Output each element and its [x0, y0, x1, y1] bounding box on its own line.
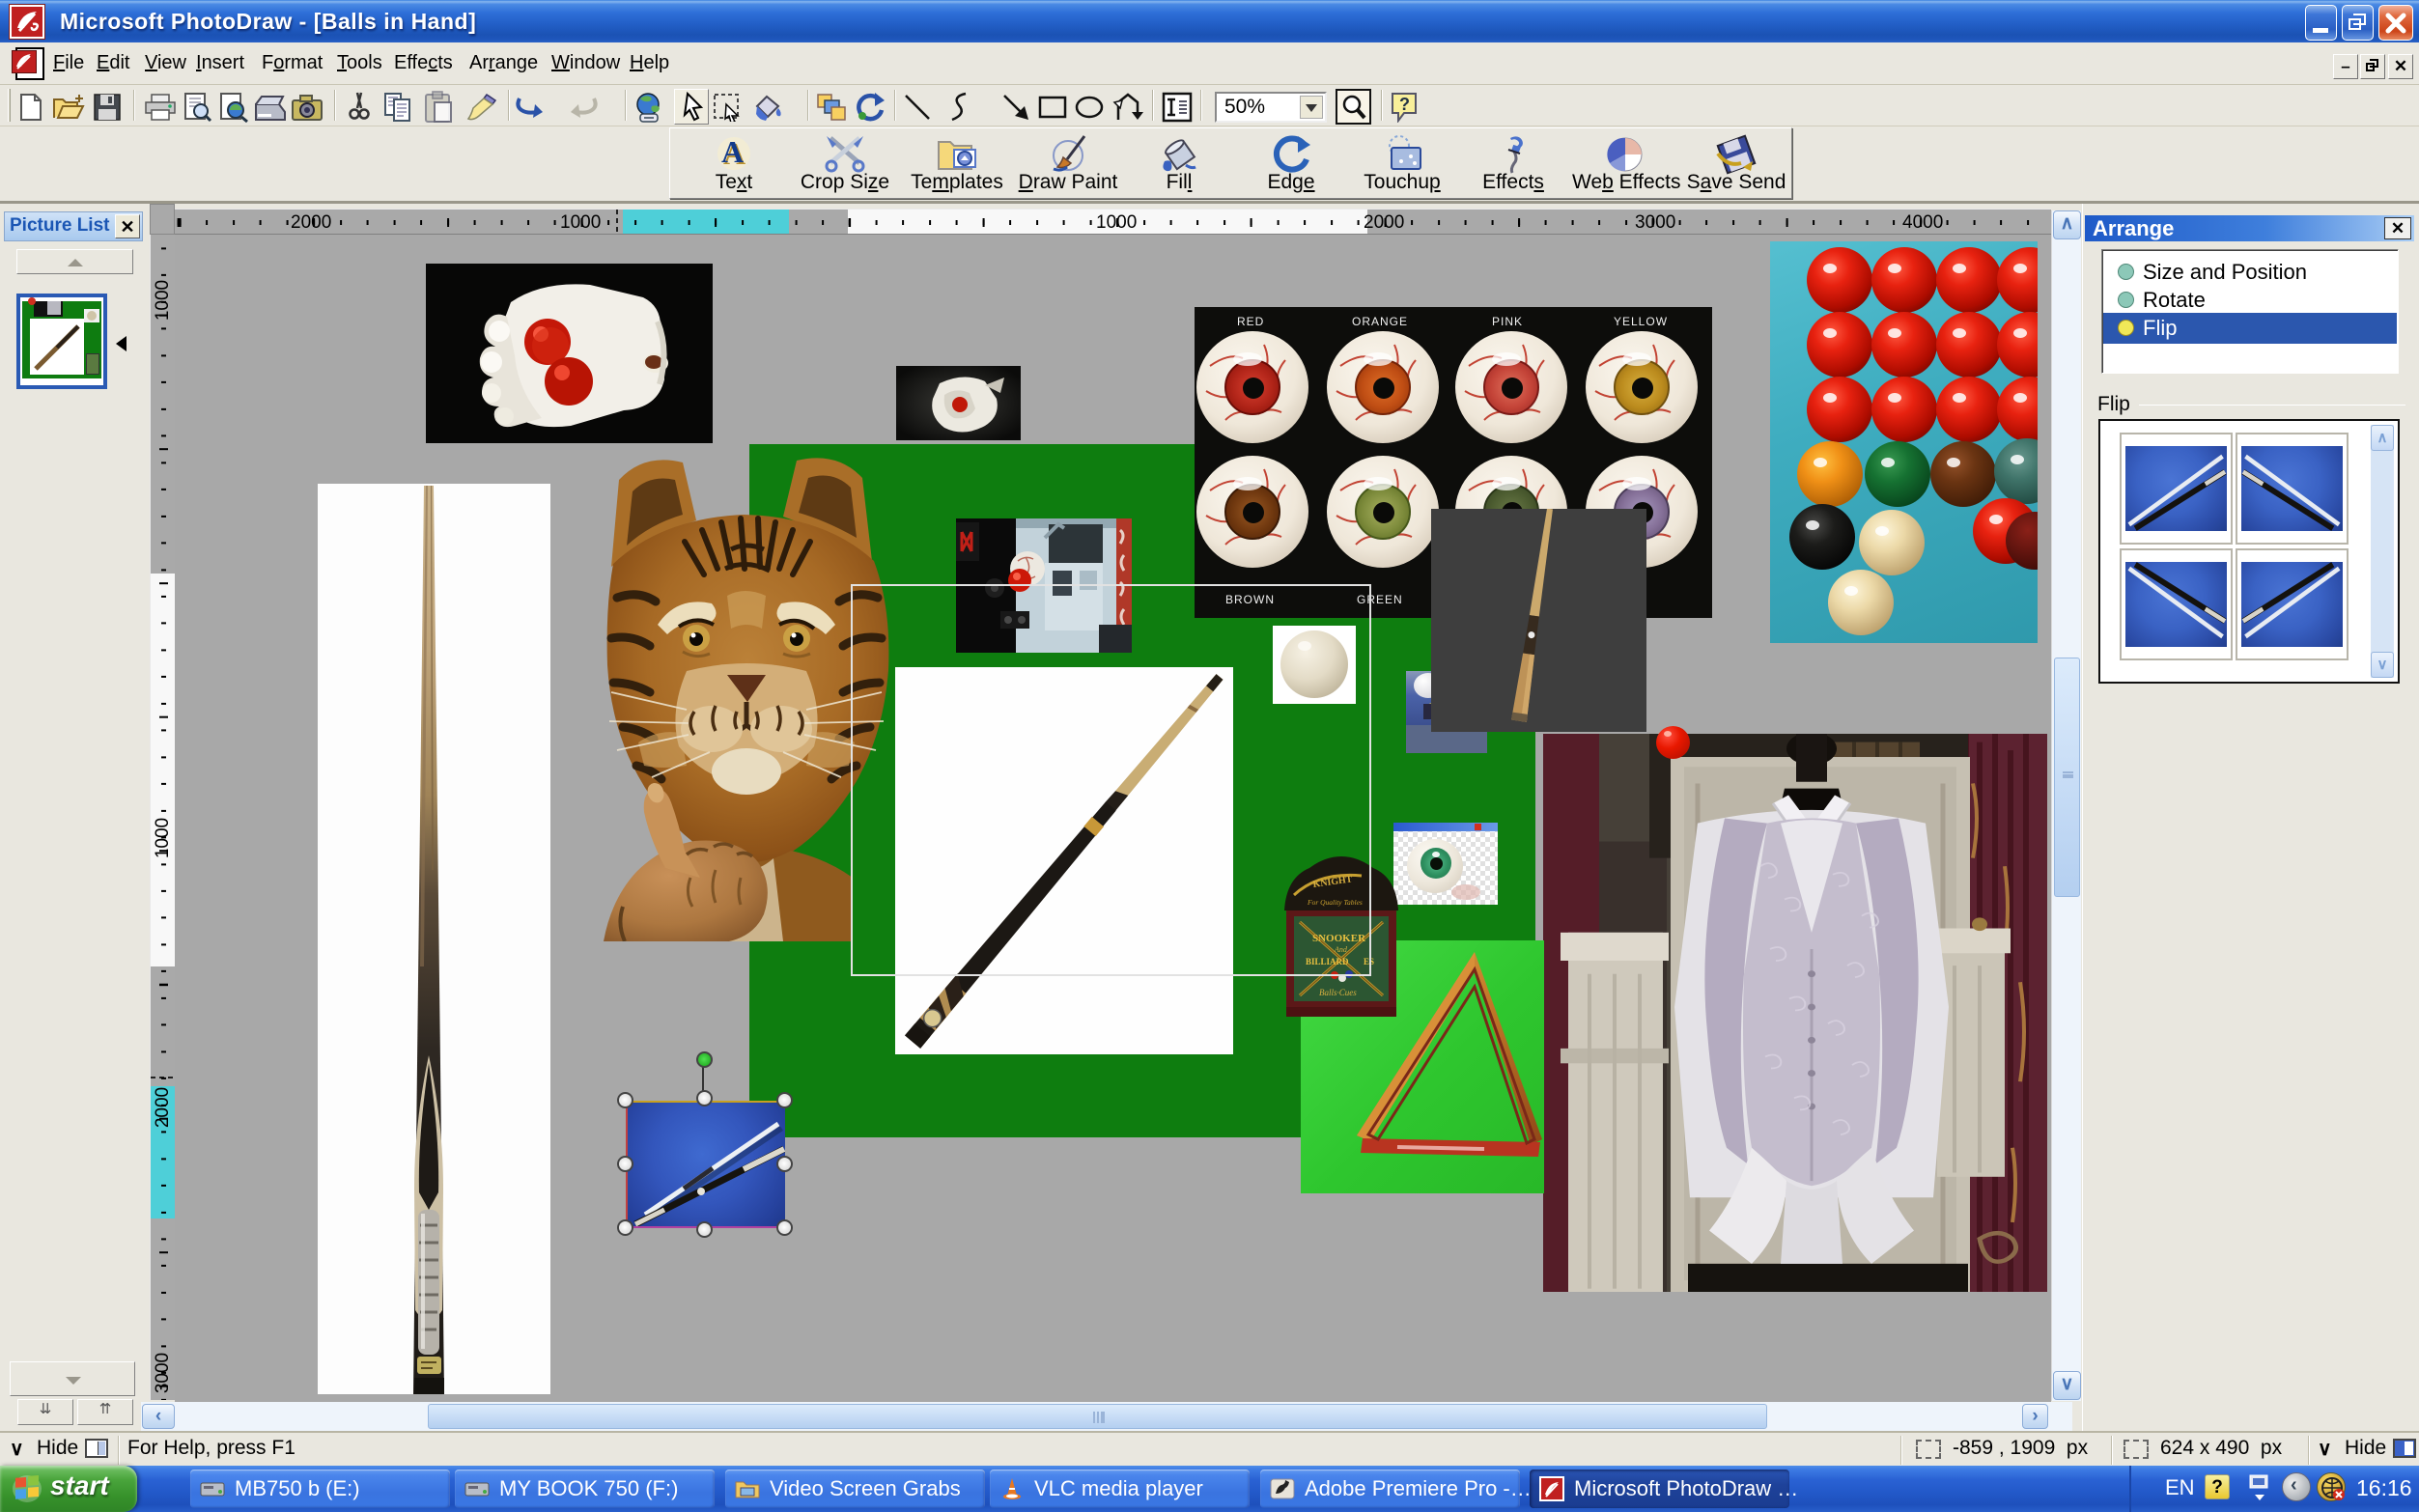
svg-text:Balls·Cues: Balls·Cues: [1319, 988, 1357, 997]
svg-text:A: A: [721, 134, 744, 169]
svg-text:?: ?: [1399, 95, 1410, 114]
